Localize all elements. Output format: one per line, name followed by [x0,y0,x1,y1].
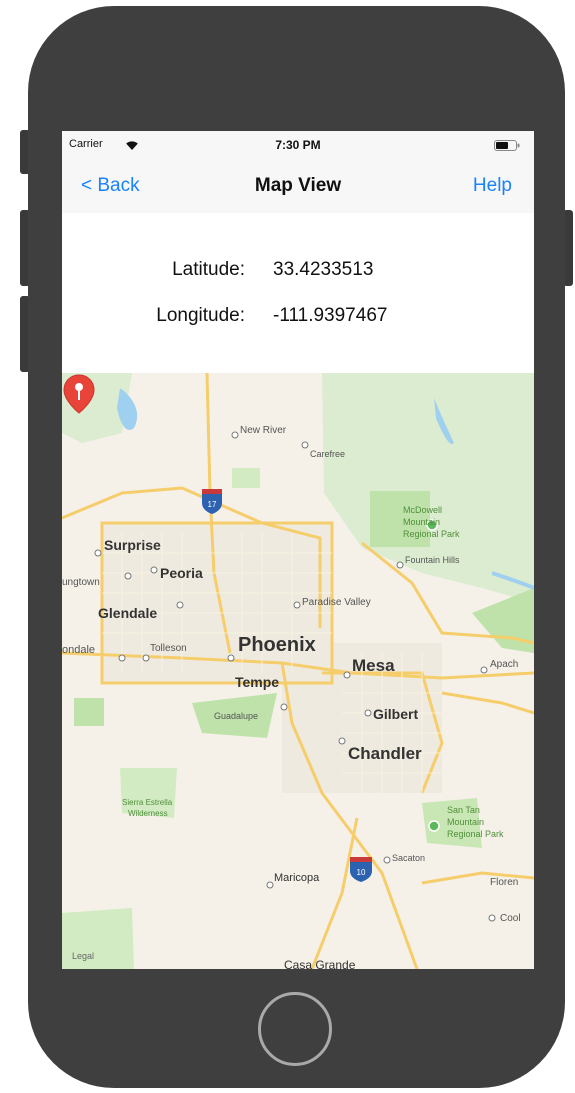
label-casa-grande: Casa Grande [284,958,356,969]
coordinates-panel: Latitude: 33.4233513 Longitude: -111.939… [62,213,534,373]
label-fountain-hills: Fountain Hills [405,555,460,565]
label-apache: Apach [490,659,518,670]
label-san-tan-2: Mountain [447,817,484,827]
i10-label: 10 [357,868,366,877]
label-tempe: Tempe [235,674,279,690]
phone-screen: Carrier 7:30 PM < Back Map View Help Lat… [62,131,534,969]
map-canvas: 17 10 New River Carefree McDowell Mounta… [62,373,534,969]
navigation-bar: < Back Map View Help [62,159,534,213]
longitude-value: -111.9397467 [273,305,388,326]
label-mcdowell: McDowell [403,505,442,515]
label-maricopa: Maricopa [274,872,320,884]
status-time: 7:30 PM [275,138,321,152]
label-glendale: Glendale [98,605,157,621]
label-san-tan: San Tan [447,805,480,815]
legal-link[interactable]: Legal [72,951,94,961]
label-gilbert: Gilbert [373,706,418,722]
latitude-value: 33.4233513 [273,259,374,280]
label-peoria: Peoria [160,565,203,581]
label-phoenix: Phoenix [238,634,316,656]
label-sierra-estrella: Sierra Estrella [122,798,173,807]
label-sacaton: Sacaton [392,853,425,863]
label-guadalupe: Guadalupe [214,711,258,721]
label-youngtown: ungtown [62,577,100,588]
label-mcdowell-2: Mountain [403,517,440,527]
status-bar: Carrier 7:30 PM [62,131,534,159]
map-view[interactable]: 17 10 New River Carefree McDowell Mounta… [62,373,534,969]
label-mesa: Mesa [352,656,395,675]
label-coolidge: Cool [500,913,521,924]
san-tan-park-marker [428,820,440,832]
label-surprise: Surprise [104,537,161,553]
label-florence: Floren [490,877,518,888]
label-mcdowell-3: Regional Park [403,529,460,539]
label-avondale: ondale [62,644,95,656]
latitude-label: Latitude: [172,259,245,280]
help-button[interactable]: Help [473,175,512,197]
longitude-label: Longitude: [156,305,245,326]
label-tolleson: Tolleson [150,643,187,654]
north-park-patch [232,468,260,488]
label-chandler: Chandler [348,744,422,763]
label-san-tan-3: Regional Park [447,829,504,839]
battery-icon [494,140,520,151]
label-new-river: New River [240,425,287,436]
page-title: Map View [254,175,342,196]
west-park-area [74,698,104,726]
i17-label: 17 [208,500,217,509]
map-pin-icon[interactable] [62,373,96,415]
label-carefree: Carefree [310,449,345,459]
label-wilderness: Wilderness [128,809,168,818]
home-button[interactable] [258,992,332,1066]
label-paradise-valley: Paradise Valley [302,597,371,608]
